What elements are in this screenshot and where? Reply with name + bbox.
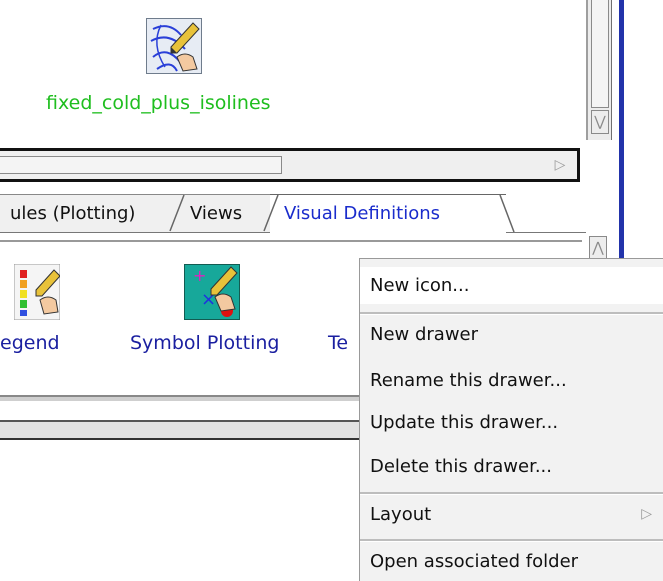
scroll-thumb[interactable] [591,0,609,108]
legend-icon[interactable] [13,263,61,321]
bottom-rule [0,395,360,401]
horizontal-scroll-thumb[interactable] [0,156,282,174]
icon-label-te[interactable]: Te [328,332,348,354]
bottom-scrollbar[interactable] [0,420,360,440]
menu-item-update-drawer[interactable]: Update this drawer... [360,404,663,441]
vertical-scrollbar-top[interactable]: ⋁ [586,0,612,140]
scroll-down-arrow-icon[interactable]: ⋁ [591,110,609,134]
menu-item-new-icon[interactable]: New icon... [360,267,663,304]
menu-item-layout-label: Layout [370,504,432,525]
menu-separator [360,492,663,495]
svg-text:+: + [193,266,206,285]
context-menu: New icon... New drawer Rename this drawe… [359,258,663,581]
tab-separator [263,194,279,232]
menu-item-layout[interactable]: Layout ▷ [360,496,663,533]
tab-visual-definitions[interactable]: Visual Definitions [270,194,506,232]
scroll-up-arrow-icon[interactable]: ⋀ [589,236,607,260]
menu-separator [360,312,663,315]
submenu-arrow-icon: ▷ [641,506,652,522]
menu-item-new-drawer[interactable]: New drawer [360,316,663,353]
tab-baseline [0,232,270,233]
tab-separator [169,194,185,232]
horizontal-scrollbar[interactable]: ▷ [0,148,580,182]
icon-label-symbol-plotting[interactable]: Symbol Plotting [130,332,279,354]
tab-views[interactable]: Views [178,194,270,232]
scroll-right-arrow-icon[interactable]: ▷ [549,156,571,174]
menu-item-open-folder[interactable]: Open associated folder [360,543,663,580]
tab-baseline [506,232,586,233]
top-icon-label[interactable]: fixed_cold_plus_isolines [46,92,271,114]
menu-item-rename-drawer[interactable]: Rename this drawer... [360,362,663,399]
icon-label-legend[interactable]: egend [0,332,60,354]
isolines-pencil-icon[interactable] [146,18,202,74]
tab-modules-plotting[interactable]: ules (Plotting) [0,194,178,232]
tab-separator [499,194,515,232]
menu-item-delete-drawer[interactable]: Delete this drawer... [360,448,663,485]
menu-separator [360,539,663,542]
symbol-plotting-icon[interactable]: + × [184,264,240,320]
